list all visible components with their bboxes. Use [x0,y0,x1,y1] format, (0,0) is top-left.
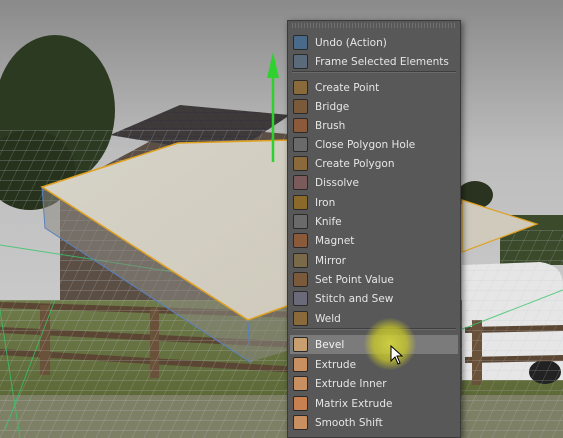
mirror-icon [293,253,308,268]
menu-item-label: Frame Selected Elements [315,55,449,68]
create-point-icon [293,80,308,95]
smooth-shift-icon [293,415,308,430]
extrude-icon [293,357,308,372]
menu-item-frame-selected-elements[interactable]: Frame Selected Elements [290,52,458,71]
menu-item-label: Stitch and Sew [315,292,394,305]
menu-item-label: Magnet [315,234,355,247]
menu-item-label: Extrude Inner [315,377,387,390]
menu-item-close-polygon-hole[interactable]: Close Polygon Hole [290,135,458,154]
menu-item-matrix-extrude[interactable]: Matrix Extrude [290,394,458,413]
knife-icon [293,214,308,229]
menu-item-label: Weld [315,312,341,325]
brush-icon [293,118,308,133]
menu-item-knife[interactable]: Knife [290,212,458,231]
menu-item-label: Knife [315,215,342,228]
bridge-icon [293,99,308,114]
set-point-value-icon [293,272,308,287]
menu-item-label: Smooth Shift [315,416,383,429]
menu-item-label: Bevel [315,338,345,351]
extrude-inner-icon [293,376,308,391]
3d-viewport[interactable] [0,0,563,438]
menu-item-label: Matrix Extrude [315,397,393,410]
create-polygon-icon [293,156,308,171]
menu-item-label: Bridge [315,100,350,113]
menu-item-label: Create Polygon [315,157,395,170]
menu-grip[interactable] [292,23,456,28]
iron-icon [293,195,308,210]
menu-item-label: Brush [315,119,346,132]
bevel-icon [293,337,308,352]
menu-item-extrude-inner[interactable]: Extrude Inner [290,374,458,393]
menu-item-label: Iron [315,196,336,209]
menu-item-label: Dissolve [315,176,359,189]
matrix-extrude-icon [293,396,308,411]
menu-item-set-point-value[interactable]: Set Point Value [290,270,458,289]
menu-item-label: Undo (Action) [315,36,387,49]
menu-item-label: Create Point [315,81,380,94]
frame-selected-icon [293,54,308,69]
menu-item-create-polygon[interactable]: Create Polygon [290,154,458,173]
dissolve-icon [293,175,308,190]
menu-item-smooth-shift[interactable]: Smooth Shift [290,413,458,432]
menu-item-mirror[interactable]: Mirror [290,251,458,270]
stitch-and-sew-icon [293,291,308,306]
context-menu: Undo (Action) Frame Selected Elements Crea… [287,20,461,438]
menu-item-label: Extrude [315,358,357,371]
menu-item-iron[interactable]: Iron [290,193,458,212]
menu-item-create-point[interactable]: Create Point [290,78,458,97]
menu-item-undo-action[interactable]: Undo (Action) [290,33,458,52]
menu-item-label: Set Point Value [315,273,394,286]
menu-item-dissolve[interactable]: Dissolve [290,173,458,192]
menu-separator [292,71,456,73]
mouse-pointer-icon [390,345,404,365]
viewport-scene [0,0,563,438]
menu-item-magnet[interactable]: Magnet [290,231,458,250]
weld-icon [293,311,308,326]
menu-item-label: Mirror [315,254,346,267]
magnet-icon [293,233,308,248]
close-polygon-hole-icon [293,137,308,152]
menu-item-stitch-and-sew[interactable]: Stitch and Sew [290,289,458,308]
menu-item-label: Close Polygon Hole [315,138,416,151]
menu-item-bridge[interactable]: Bridge [290,97,458,116]
menu-item-brush[interactable]: Brush [290,116,458,135]
undo-icon [293,35,308,50]
